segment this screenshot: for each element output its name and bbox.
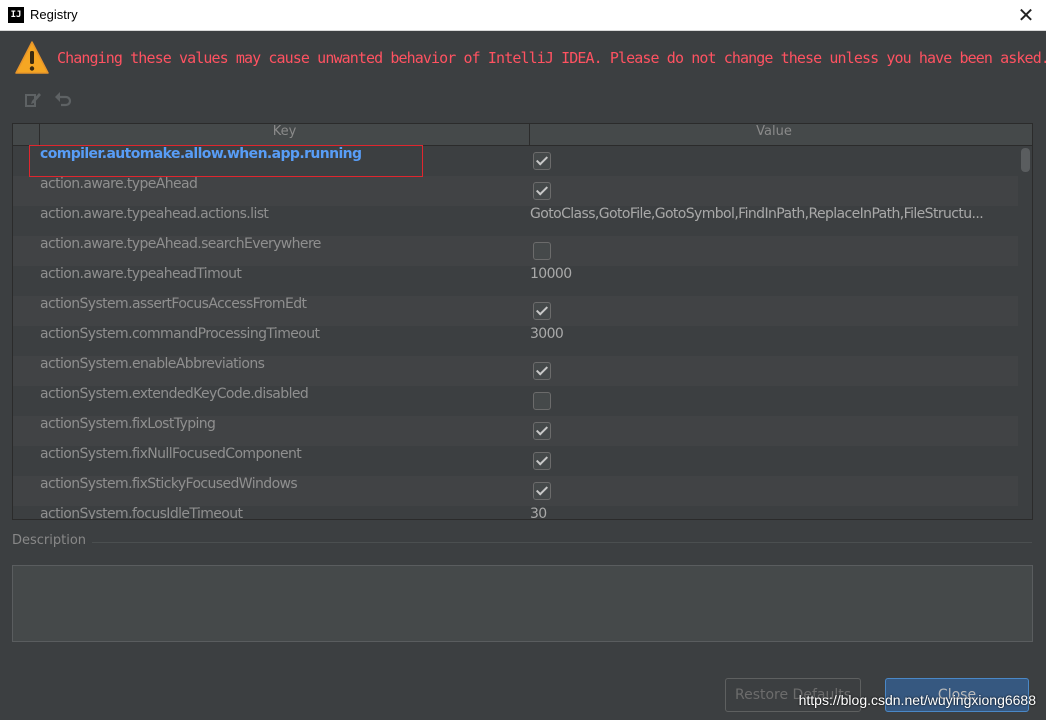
window-titlebar: IJ Registry ✕ [0, 0, 1046, 31]
table-row[interactable]: actionSystem.assertFocusAccessFromEdt [13, 296, 1018, 326]
description-text-area[interactable] [12, 565, 1033, 642]
checkmark-icon [535, 183, 549, 196]
table-header: Key Value [13, 124, 1032, 146]
registry-key: actionSystem.fixLostTyping [40, 416, 216, 432]
value-checkbox[interactable] [533, 362, 551, 380]
registry-key: actionSystem.commandProcessingTimeout [40, 326, 320, 342]
description-label: Description [12, 533, 87, 548]
registry-key: action.aware.typeaheadTimout [40, 266, 242, 282]
scrollbar-thumb[interactable] [1021, 148, 1030, 172]
registry-key: actionSystem.fixStickyFocusedWindows [40, 476, 298, 492]
registry-key: actionSystem.focusIdleTimeout [40, 506, 243, 520]
edit-icon[interactable] [23, 89, 43, 109]
checkmark-icon [535, 153, 549, 166]
value-checkbox[interactable] [533, 452, 551, 470]
table-row[interactable]: actionSystem.fixStickyFocusedWindows [13, 476, 1018, 506]
checkmark-icon [535, 363, 549, 376]
table-row[interactable]: action.aware.typeaheadTimout 10000 [13, 266, 1018, 296]
table-row[interactable]: actionSystem.focusIdleTimeout 30 [13, 506, 1018, 520]
registry-key: action.aware.typeAhead [40, 176, 198, 192]
value-checkbox[interactable] [533, 482, 551, 500]
registry-value[interactable]: GotoClass,GotoFile,GotoSymbol,FindInPath… [530, 206, 1018, 236]
registry-key: action.aware.typeAhead.searchEverywhere [40, 236, 321, 252]
registry-key: actionSystem.assertFocusAccessFromEdt [40, 296, 307, 312]
window-title: Registry [30, 7, 78, 22]
registry-table: Key Value compiler.automake.allow.when.a… [12, 123, 1033, 520]
window-close-icon[interactable]: ✕ [1016, 4, 1036, 26]
warning-message: Changing these values may cause unwanted… [57, 49, 1046, 67]
checkmark-icon [535, 453, 549, 466]
table-row[interactable]: action.aware.typeAhead.searchEverywhere [13, 236, 1018, 266]
table-scrollbar[interactable] [1019, 146, 1032, 519]
registry-key: action.aware.typeahead.actions.list [40, 206, 269, 222]
column-header-value[interactable]: Value [530, 124, 1018, 146]
description-separator [92, 542, 1032, 543]
registry-key: actionSystem.enableAbbreviations [40, 356, 265, 372]
intellij-app-icon: IJ [8, 7, 24, 23]
watermark-text: https://blog.csdn.net/wuyingxiong6688 [798, 692, 1036, 708]
registry-key: actionSystem.fixNullFocusedComponent [40, 446, 302, 462]
registry-value[interactable]: 30 [530, 506, 1018, 519]
registry-value[interactable]: 3000 [530, 326, 1018, 356]
table-row[interactable]: actionSystem.extendedKeyCode.disabled [13, 386, 1018, 416]
registry-key: compiler.automake.allow.when.app.running [40, 146, 362, 162]
registry-value[interactable]: 10000 [530, 266, 1018, 296]
value-checkbox[interactable] [533, 392, 551, 410]
registry-key: actionSystem.extendedKeyCode.disabled [40, 386, 309, 402]
table-row[interactable]: action.aware.typeAhead [13, 176, 1018, 206]
column-header-key[interactable]: Key [40, 124, 530, 146]
checkmark-icon [535, 483, 549, 496]
checkmark-icon [535, 303, 549, 316]
header-spacer [13, 124, 40, 146]
undo-icon[interactable] [53, 89, 73, 109]
value-checkbox[interactable] [533, 152, 551, 170]
warning-triangle-icon [15, 41, 49, 74]
value-checkbox[interactable] [533, 182, 551, 200]
table-row[interactable]: actionSystem.fixLostTyping [13, 416, 1018, 446]
checkmark-icon [535, 423, 549, 436]
table-row[interactable]: actionSystem.enableAbbreviations [13, 356, 1018, 386]
table-row[interactable]: action.aware.typeahead.actions.list GotoC… [13, 206, 1018, 236]
value-checkbox[interactable] [533, 242, 551, 260]
table-row[interactable]: compiler.automake.allow.when.app.running [13, 146, 1018, 176]
table-row[interactable]: actionSystem.fixNullFocusedComponent [13, 446, 1018, 476]
table-row[interactable]: actionSystem.commandProcessingTimeout 300… [13, 326, 1018, 356]
table-body: compiler.automake.allow.when.app.running… [13, 146, 1018, 520]
value-checkbox[interactable] [533, 302, 551, 320]
value-checkbox[interactable] [533, 422, 551, 440]
